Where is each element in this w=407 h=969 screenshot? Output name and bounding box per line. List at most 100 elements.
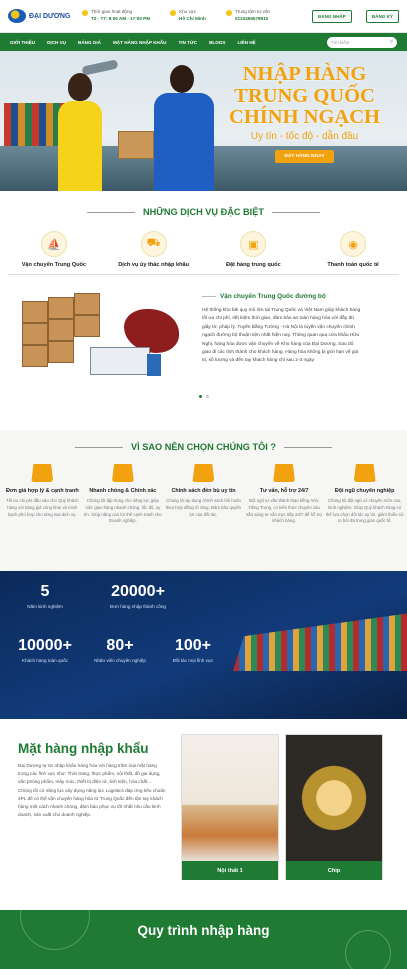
logo[interactable]: ĐẠI DƯƠNG [8, 9, 74, 23]
nav-item-pricing[interactable]: BẢNG GIÁ [78, 40, 101, 45]
why-item-title: Chính sách đền bù uy tín [171, 488, 236, 494]
hotline-value: 0123456578910 [235, 16, 269, 21]
order-now-button[interactable]: ĐẶT HÀNG NGAY [275, 149, 334, 163]
divider [75, 446, 124, 448]
stat-value: 100+ [174, 637, 212, 654]
tabs-underline [8, 274, 399, 275]
area-label: Khu vực [179, 9, 197, 15]
nav-item-contact[interactable]: LIÊN HỆ [237, 40, 255, 45]
area-value: Hồ Chí Minh [179, 16, 206, 21]
nav-item-news[interactable]: TIN TỨC [178, 40, 197, 45]
tab-label: Đặt hàng trung quốc [226, 262, 281, 268]
divider [271, 211, 320, 213]
search-icon[interactable]: ⚲ [390, 39, 393, 45]
product-card[interactable]: Chip [285, 734, 383, 880]
service-detail-title: Vận chuyển Trung Quốc đường bộ [220, 293, 326, 300]
main-nav: GIỚI THIỆU DỊCH VỤ BẢNG GIÁ MẶT HÀNG NHẬ… [0, 33, 407, 51]
box-icon [192, 464, 215, 482]
tab-china-order[interactable]: ▣ Đặt hàng trung quốc [205, 231, 301, 268]
box-icon: ▣ [240, 231, 267, 257]
ship-icon [31, 464, 54, 482]
why-title: VÌ SAO NÊN CHỌN CHÚNG TÔI ? [131, 442, 276, 452]
tab-china-shipping[interactable]: ⛵ Vận chuyển Trung Quốc [6, 231, 102, 268]
services-tabs: ⛵ Vận chuyển Trung Quốc ⛟ Dịch vụ ủy thá… [0, 231, 407, 268]
why-section: VÌ SAO NÊN CHỌN CHÚNG TÔI ? Đơn giá hợp … [0, 430, 407, 571]
stat-partners: 100+ Đối tác mọi lĩnh vực [160, 637, 226, 664]
hero-text: NHẬP HÀNG TRUNG QUỐC CHÍNH NGẠCH Uy tín … [212, 63, 397, 163]
stat-value: 20000+ [111, 583, 165, 600]
stat-value: 80+ [106, 637, 134, 654]
service-detail: Vận chuyển Trung Quốc đường bộ Hệ thống … [0, 291, 407, 386]
product-card[interactable]: Nội thất 1 [181, 734, 279, 880]
top-bar: ĐẠI DƯƠNG Thời gian hoạt động T2 - T7: 8:… [0, 0, 407, 33]
hotline-info: Trung tâm tư vấn 0123456578910 [226, 9, 288, 22]
tab-intl-payment[interactable]: ◉ Thanh toán quốc tế [305, 231, 401, 268]
stat-label: Năm kinh nghiệm [27, 604, 63, 609]
nav-item-about[interactable]: GIỚI THIỆU [10, 40, 35, 45]
package-icon [353, 464, 376, 482]
process-section: Quy trình nhập hàng [0, 880, 407, 969]
services-section: NHỮNG DỊCH VỤ ĐẶC BIỆT ⛵ Vận chuyển Trun… [0, 191, 407, 430]
hero-banner: NHẬP HÀNG TRUNG QUỐC CHÍNH NGẠCH Uy tín … [0, 51, 407, 191]
why-item-text: Tối ưu chi phí đầu vào cho Quý khách hàn… [5, 497, 79, 517]
login-button[interactable]: ĐĂNG NHẬP [311, 9, 352, 23]
clock-icon [82, 10, 88, 17]
stat-label: Đối tác mọi lĩnh vực [172, 658, 214, 663]
services-title: NHỮNG DỊCH VỤ ĐẶC BIỆT [143, 207, 264, 217]
stat-orders: 20000+ Đơn hàng nhập thành công [96, 583, 180, 610]
tab-label: Thanh toán quốc tế [327, 262, 379, 268]
search-input[interactable]: Tìm kiếm ⚲ [327, 36, 397, 48]
stats-section: 5 Năm kinh nghiệm 20000+ Đơn hàng nhập thà… [0, 571, 407, 719]
chip-image [286, 735, 382, 861]
carousel-dot[interactable] [205, 395, 209, 398]
register-button[interactable]: ĐĂNG KÝ [365, 9, 399, 23]
truck-icon: ⛟ [140, 231, 167, 257]
tab-label: Vận chuyển Trung Quốc [21, 262, 87, 268]
stat-value: 5 [40, 583, 50, 600]
product-card-caption: Nội thất 1 [182, 861, 278, 880]
nav-item-services[interactable]: DỊCH VỤ [47, 40, 66, 45]
stat-value: 10000+ [18, 637, 72, 654]
why-item-title: Đơn giá hợp lý & cạnh tranh [5, 488, 79, 494]
service-image [14, 291, 194, 386]
stat-label: Nhân viên chuyên nghiệp [94, 658, 146, 663]
phone-icon [273, 464, 296, 482]
why-item: Đơn giá hợp lý & cạnh tranh Tối ưu chi ph… [3, 464, 81, 525]
stat-staff: 80+ Nhân viên chuyên nghiệp [92, 637, 148, 664]
ship-icon: ⛵ [40, 231, 67, 257]
truck-icon [111, 464, 134, 482]
why-item-text: Chúng tôi tập trung cho năng lực giúp vi… [83, 497, 162, 524]
why-item-text: Chúng tôi đội ngũ có chuyên môn cao, kin… [325, 497, 404, 524]
why-item-title: Nhanh chóng & Chính xác [89, 488, 157, 494]
phone-icon [226, 10, 232, 17]
why-heading: VÌ SAO NÊN CHỌN CHÚNG TÔI ? [0, 442, 407, 452]
tab-import-trust[interactable]: ⛟ Dịch vụ ủy thác nhập khẩu [106, 231, 202, 268]
hours-info: Thời gian hoạt động T2 - T7: 8:00 AM - 17… [82, 9, 162, 22]
hotline-label: Trung tâm tư vấn [235, 9, 271, 15]
truck-image [90, 347, 161, 376]
why-item: Chính sách đền bù uy tín Chúng tôi áp dụn… [164, 464, 242, 525]
divider [87, 211, 136, 213]
logo-text: ĐẠI DƯƠNG [29, 12, 71, 20]
hours-label: Thời gian hoạt động [91, 9, 133, 15]
nav-item-blogs[interactable]: BLOGS [209, 40, 225, 45]
carousel-dots [0, 395, 407, 398]
search-placeholder: Tìm kiếm [331, 39, 350, 45]
why-item-text: Chúng tôi áp dụng chính sách bồi hoàn th… [165, 497, 242, 517]
why-items: Đơn giá hợp lý & cạnh tranh Tối ưu chi ph… [0, 464, 407, 525]
nav-item-import-goods[interactable]: MẶT HÀNG NHẬP KHẨU [113, 40, 167, 45]
import-goods-text: Đại Dương tự tin nhập khẩu hàng hóa với … [18, 763, 166, 818]
logo-mark-icon [8, 9, 26, 23]
why-item: Tư vấn, hỗ trợ 24/7 Đội ngũ tư vấn thành … [245, 464, 323, 525]
parcel-image [118, 131, 154, 159]
why-item: Nhanh chóng & Chính xác Chúng tôi tập tru… [84, 464, 162, 525]
product-card-caption: Chip [286, 861, 382, 880]
stat-customers: 10000+ Khách hàng toàn quốc [8, 637, 82, 664]
stat-label: Khách hàng toàn quốc [22, 658, 68, 663]
decor-circle [20, 880, 90, 950]
decor-circle [345, 930, 391, 969]
why-item: Đội ngũ chuyên nghiệp Chúng tôi đội ngũ c… [326, 464, 404, 525]
carousel-dot[interactable] [198, 395, 202, 398]
tab-label: Dịch vụ ủy thác nhập khẩu [118, 262, 190, 268]
stat-years: 5 Năm kinh nghiệm [14, 583, 76, 610]
